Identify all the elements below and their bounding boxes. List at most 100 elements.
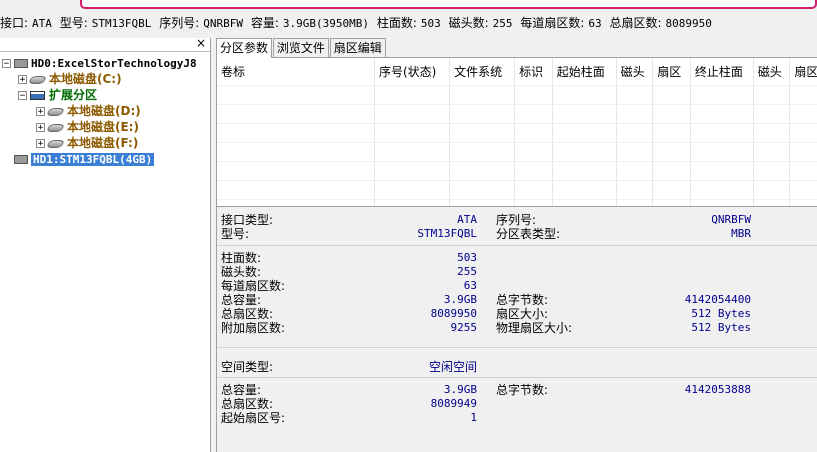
- sector-size-value: 512 Bytes: [691, 307, 751, 320]
- col-start-sector[interactable]: 扇区: [652, 58, 691, 86]
- cylinders-value: 503: [420, 17, 441, 30]
- capacity-label: 容量:: [250, 16, 279, 30]
- total-sectors-label: 总扇区数:: [221, 307, 274, 321]
- tree-item-f-label: 本地磁盘(F:): [67, 136, 139, 150]
- physical-sector-size-value: 512 Bytes: [691, 321, 751, 334]
- tree-item-hd1-label: HD1:STM13FQBL(4GB): [31, 153, 155, 166]
- partition-icon: [46, 139, 65, 148]
- spt-label: 每道扇区数:: [520, 16, 585, 30]
- divider: [217, 245, 817, 246]
- free-total-sectors-value: 8089949: [430, 397, 477, 410]
- table-row: [217, 123, 817, 143]
- col-start-head[interactable]: 磁头: [616, 58, 654, 86]
- spt-label: 每道扇区数:: [221, 279, 286, 293]
- capacity-value: 3.9GB(3950MB): [282, 17, 369, 30]
- cylinders-label: 柱面数:: [221, 251, 262, 265]
- tree-pane-header: ×: [0, 36, 210, 52]
- spt-value: 63: [463, 279, 477, 292]
- partition-table-type-value: MBR: [731, 227, 751, 240]
- expand-icon[interactable]: +: [18, 75, 27, 85]
- serial-value: QNRBFW: [203, 17, 244, 30]
- total-bytes-label: 总字节数:: [496, 293, 549, 307]
- extended-partition-icon: [30, 91, 45, 100]
- cylinders-value: 503: [457, 251, 477, 264]
- col-end-head[interactable]: 磁头: [753, 58, 791, 86]
- col-id[interactable]: 标识: [514, 58, 553, 86]
- total-bytes-value: 4142054400: [684, 293, 751, 306]
- tree-item-c-label: 本地磁盘(C:): [49, 72, 122, 86]
- table-row: [217, 180, 817, 200]
- col-end-sector[interactable]: 扇区: [789, 58, 817, 86]
- serial-value: QNRBFW: [711, 213, 751, 226]
- capacity-label: 总容量:: [221, 293, 262, 307]
- free-total-bytes-label: 总字节数:: [496, 383, 549, 397]
- title-strip: [0, 0, 817, 11]
- model-label: 型号:: [59, 16, 88, 30]
- iface-type-value: ATA: [457, 213, 477, 226]
- total-sectors-value: 8089950: [430, 307, 477, 320]
- hard-disk-icon: [14, 59, 28, 68]
- heads-value: 255: [492, 17, 513, 30]
- model-label: 型号:: [221, 227, 250, 241]
- tab-browse-files[interactable]: 浏览文件: [272, 38, 329, 57]
- tree-item-hd1[interactable]: HD1:STM13FQBL(4GB): [14, 151, 155, 167]
- table-row: [217, 104, 817, 124]
- spt-value: 63: [588, 17, 602, 30]
- tab-partition-params[interactable]: 分区参数: [216, 38, 273, 58]
- col-start-cylinder[interactable]: 起始柱面: [552, 58, 617, 86]
- table-row: [217, 142, 817, 162]
- start-sector-value: 1: [470, 411, 477, 424]
- col-volume-label[interactable]: 卷标: [217, 58, 375, 86]
- tree-item-extended-label: 扩展分区: [49, 88, 98, 102]
- tree-item-f[interactable]: + 本地磁盘(F:): [36, 135, 138, 151]
- tree-item-hd0[interactable]: − HD0:ExcelStorTechnologyJ8: [2, 55, 197, 71]
- col-end-cylinder[interactable]: 终止柱面: [690, 58, 754, 86]
- expand-icon[interactable]: +: [36, 139, 45, 149]
- tree-item-d-label: 本地磁盘(D:): [67, 104, 141, 118]
- heads-label: 磁头数:: [448, 16, 489, 30]
- extra-sectors-value: 9255: [450, 321, 478, 334]
- heads-label: 磁头数:: [221, 265, 262, 279]
- extra-sectors-label: 附加扇区数:: [221, 321, 286, 335]
- model-value: STM13FQBL: [91, 17, 152, 30]
- tree-item-d[interactable]: + 本地磁盘(D:): [36, 103, 141, 119]
- table-row: [217, 199, 817, 206]
- disk-tree-pane: × − HD0:ExcelStorTechnologyJ8 + 本地磁盘(C:) −…: [0, 36, 211, 452]
- divider: [217, 347, 817, 348]
- tree-item-e-label: 本地磁盘(E:): [67, 120, 139, 134]
- interface-value: ATA: [32, 17, 52, 30]
- space-type-value: 空闲空间: [428, 360, 477, 374]
- partition-icon: [46, 107, 65, 116]
- table-row: [217, 161, 817, 181]
- serial-label: 序列号:: [496, 213, 537, 227]
- tree-item-e[interactable]: + 本地磁盘(E:): [36, 119, 139, 135]
- iface-type-label: 接口类型:: [221, 213, 274, 227]
- interface-label: 接口:: [0, 16, 29, 30]
- table-row: [217, 85, 817, 105]
- tree-item-c[interactable]: + 本地磁盘(C:): [18, 71, 122, 87]
- heads-value: 255: [457, 265, 477, 278]
- table-header-row: 卷标 序号(状态) 文件系统 标识 起始柱面 磁头 扇区 终止柱面 磁头 扇区: [217, 58, 817, 86]
- divider: [217, 377, 817, 378]
- start-sector-label: 起始扇区号:: [221, 411, 286, 425]
- free-capacity-value: 3.9GB: [443, 383, 477, 396]
- cylinders-label: 柱面数:: [376, 16, 417, 30]
- physical-sector-size-label: 物理扇区大小:: [496, 321, 573, 335]
- tab-bar: 分区参数 浏览文件 扇区编辑: [216, 38, 386, 58]
- free-total-sectors-label: 总扇区数:: [221, 397, 274, 411]
- partition-table: 卷标 序号(状态) 文件系统 标识 起始柱面 磁头 扇区 终止柱面 磁头 扇区: [216, 57, 817, 207]
- col-index-status[interactable]: 序号(状态): [374, 58, 451, 86]
- close-icon[interactable]: ×: [196, 36, 206, 50]
- disk-details-panel: 接口类型: ATA 序列号: QNRBFW 型号: STM13FQBL 分区表类…: [216, 207, 817, 452]
- hard-disk-icon: [14, 155, 28, 164]
- collapse-icon[interactable]: −: [2, 59, 11, 69]
- capacity-value: 3.9GB: [443, 293, 477, 306]
- expand-icon[interactable]: +: [36, 123, 45, 133]
- total-sectors-value: 8089950: [665, 17, 712, 30]
- tab-sector-edit[interactable]: 扇区编辑: [329, 38, 386, 57]
- expand-icon[interactable]: +: [36, 107, 45, 117]
- collapse-icon[interactable]: −: [18, 91, 27, 101]
- tree-item-extended[interactable]: − 扩展分区: [18, 87, 97, 103]
- total-sectors-label: 总扇区数:: [609, 16, 662, 30]
- col-filesystem[interactable]: 文件系统: [449, 58, 516, 86]
